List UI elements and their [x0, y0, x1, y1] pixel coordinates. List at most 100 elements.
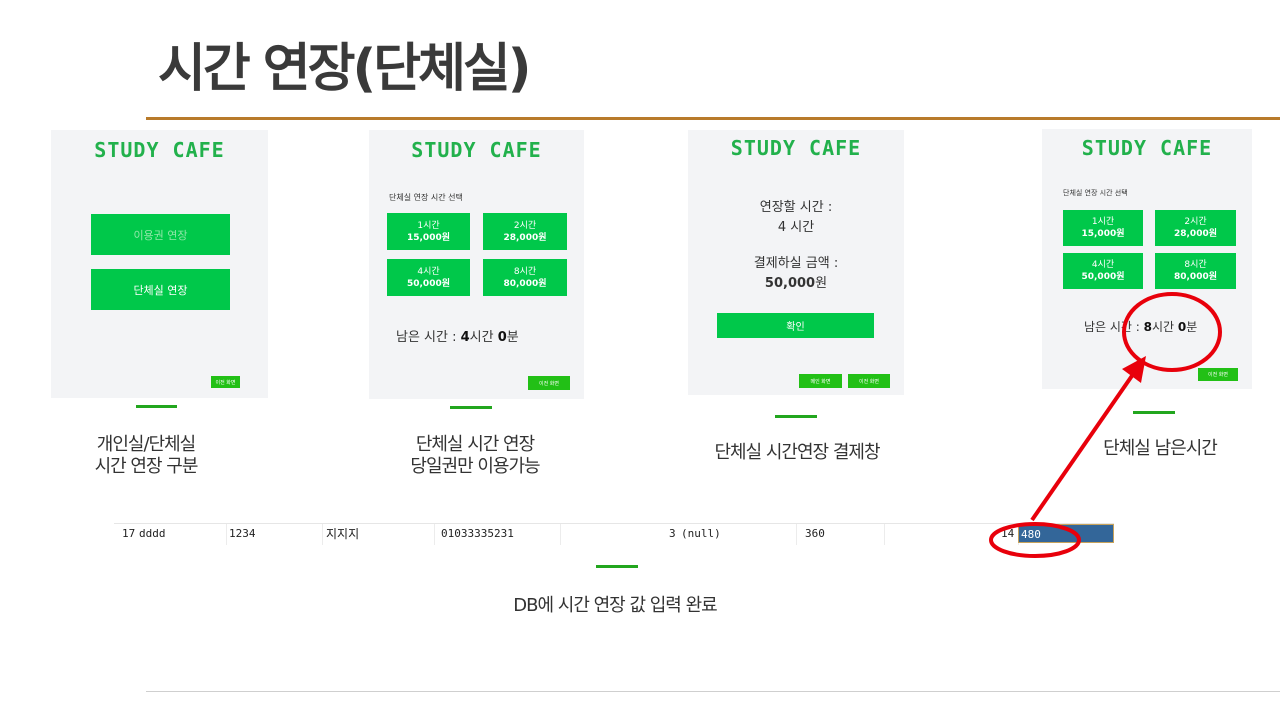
personal-extend-label: 이용권 연장 — [133, 228, 188, 242]
back-button-label: 이전 화면 — [215, 379, 236, 386]
logo: STUDY CAFE — [94, 138, 225, 162]
extend-time-label: 연장할 시간 : — [759, 200, 833, 215]
option-price: 15,000원 — [406, 232, 450, 243]
remaining-time: 남은 시간 : 4시간 0분 — [396, 326, 519, 345]
caption-line: 단체실 시간 연장 — [415, 434, 535, 455]
option-time: 1시간 — [1091, 217, 1115, 227]
payment-amount: 50,000원 — [688, 272, 904, 291]
time-select-label: 단체실 연장 시간 선택 — [1063, 189, 1128, 197]
option-time: 2시간 — [1184, 217, 1207, 227]
option-time: 4시간 — [417, 266, 440, 277]
divider-dash — [450, 406, 492, 409]
time-option-8h[interactable]: 8시간 80,000원 — [1155, 253, 1236, 289]
option-price: 50,000원 — [406, 278, 450, 289]
kiosk-screen-payment: STUDY CAFE 연장할 시간 : 4 시간 결제하실 금액 : 50,00… — [688, 130, 904, 395]
caption-remaining: 단체실 남은시간 — [1103, 438, 1218, 459]
logo: STUDY CAFE — [411, 138, 542, 162]
db-cell-room: 3 — [669, 527, 676, 540]
option-price: 50,000원 — [1081, 272, 1125, 282]
divider-dash — [1133, 411, 1175, 414]
back-button-label: 이전 화면 — [539, 380, 559, 387]
option-time: 8시간 — [1184, 260, 1207, 270]
time-option-1h[interactable]: 1시간 15,000원 — [1063, 210, 1143, 246]
time-option-2h[interactable]: 2시간 28,000원 — [1155, 210, 1236, 246]
db-table-row — [114, 523, 1114, 545]
payment-amount-label: 결제하실 금액 : — [753, 256, 839, 271]
remaining-prefix: 남은 시간 : — [396, 330, 461, 345]
remaining-minutes-unit: 분 — [506, 330, 519, 345]
logo: STUDY CAFE — [730, 136, 862, 160]
time-option-4h[interactable]: 4시간 50,000원 — [387, 259, 470, 296]
title-divider — [146, 117, 1280, 120]
page-title: 시간 연장(단체실) — [158, 39, 532, 99]
kiosk-screen-extend-type: STUDY CAFE 이용권 연장 단체실 연장 이전 화면 — [51, 130, 268, 398]
db-sep — [884, 524, 885, 545]
db-cell-seat: 14 — [1001, 527, 1015, 540]
remaining-hours: 4 — [460, 330, 470, 345]
option-price: 80,000원 — [1173, 272, 1217, 282]
time-select-label: 단체실 연장 시간 선택 — [389, 193, 463, 202]
option-time: 8시간 — [513, 266, 537, 277]
back-button[interactable]: 이전 화면 — [848, 374, 890, 388]
payment-amount-number: 50,000 — [764, 276, 816, 291]
caption-payment: 단체실 시간연장 결제창 — [714, 442, 880, 463]
option-price: 28,000원 — [1173, 229, 1217, 239]
db-cell-password: 1234 — [229, 527, 256, 540]
group-extend-label: 단체실 연장 — [133, 283, 188, 297]
remaining-hours: 8 — [1143, 320, 1153, 334]
confirm-button-label: 확인 — [786, 322, 805, 333]
back-button[interactable]: 이전 화면 — [1198, 368, 1238, 381]
time-option-1h[interactable]: 1시간 15,000원 — [387, 213, 470, 250]
db-cell-phone: 01033335231 — [441, 527, 514, 540]
divider-dash — [775, 415, 817, 418]
db-sep — [226, 524, 227, 545]
caption-db: DB에 시간 연장 값 입력 완료 — [513, 595, 717, 616]
db-cell-name: 지지지 — [326, 527, 360, 541]
confirm-button[interactable]: 확인 — [717, 313, 874, 338]
payment-amount-unit: 원 — [815, 276, 828, 291]
db-sep — [560, 524, 561, 545]
remaining-minutes: 0 — [497, 330, 507, 345]
kiosk-screen-group-time-select: STUDY CAFE 단체실 연장 시간 선택 1시간 15,000원 2시간 … — [369, 130, 584, 399]
group-extend-button[interactable]: 단체실 연장 — [91, 269, 230, 310]
remaining-minutes-unit: 분 — [1186, 320, 1198, 334]
main-screen-button[interactable]: 메인 화면 — [799, 374, 842, 388]
divider-dash — [136, 405, 177, 408]
option-price: 15,000원 — [1081, 229, 1125, 239]
time-option-2h[interactable]: 2시간 28,000원 — [483, 213, 567, 250]
extend-time-value: 4 시간 — [777, 220, 815, 235]
caption-line: 개인실/단체실 — [96, 434, 196, 455]
main-button-label: 메인 화면 — [810, 378, 831, 385]
remaining-hours-unit: 시간 — [469, 330, 498, 345]
kiosk-screen-group-remaining: STUDY CAFE 단체실 연장 시간 선택 1시간 15,000원 2시간 … — [1042, 129, 1252, 389]
db-cell-row-no: 17 — [122, 527, 136, 540]
caption-extend-type: 개인실/단체실 시간 연장 구분 — [66, 434, 226, 478]
db-cell-null: (null) — [681, 527, 721, 540]
option-price: 80,000원 — [503, 278, 547, 289]
option-time: 2시간 — [513, 220, 537, 231]
personal-extend-button[interactable]: 이용권 연장 — [91, 214, 230, 255]
time-option-4h[interactable]: 4시간 50,000원 — [1063, 253, 1143, 289]
remaining-time: 남은 시간 : 8시간 0분 — [1084, 318, 1197, 335]
back-button[interactable]: 이전 화면 — [211, 376, 240, 388]
db-sep — [434, 524, 435, 545]
option-time: 4시간 — [1091, 260, 1115, 270]
caption-line: 당일권만 이용가능 — [410, 456, 540, 477]
remaining-hours-unit: 시간 — [1152, 320, 1178, 334]
time-option-8h[interactable]: 8시간 80,000원 — [483, 259, 567, 296]
back-button[interactable]: 이전 화면 — [528, 376, 570, 390]
db-sep — [796, 524, 797, 545]
caption-line: 시간 연장 구분 — [94, 456, 199, 477]
option-time: 1시간 — [417, 220, 440, 231]
db-cell-time-after-selected[interactable]: 480 — [1018, 524, 1114, 543]
db-cell-time-before: 360 — [805, 527, 825, 540]
bottom-divider — [146, 691, 1280, 692]
option-price: 28,000원 — [503, 232, 547, 243]
divider-dash — [596, 565, 638, 568]
db-cell-user-id: dddd — [139, 527, 166, 540]
caption-group-extend: 단체실 시간 연장 당일권만 이용가능 — [385, 434, 565, 478]
back-button-label: 이전 화면 — [859, 378, 879, 385]
db-sep — [322, 524, 323, 545]
back-button-label: 이전 화면 — [1208, 372, 1228, 378]
logo: STUDY CAFE — [1081, 136, 1213, 160]
